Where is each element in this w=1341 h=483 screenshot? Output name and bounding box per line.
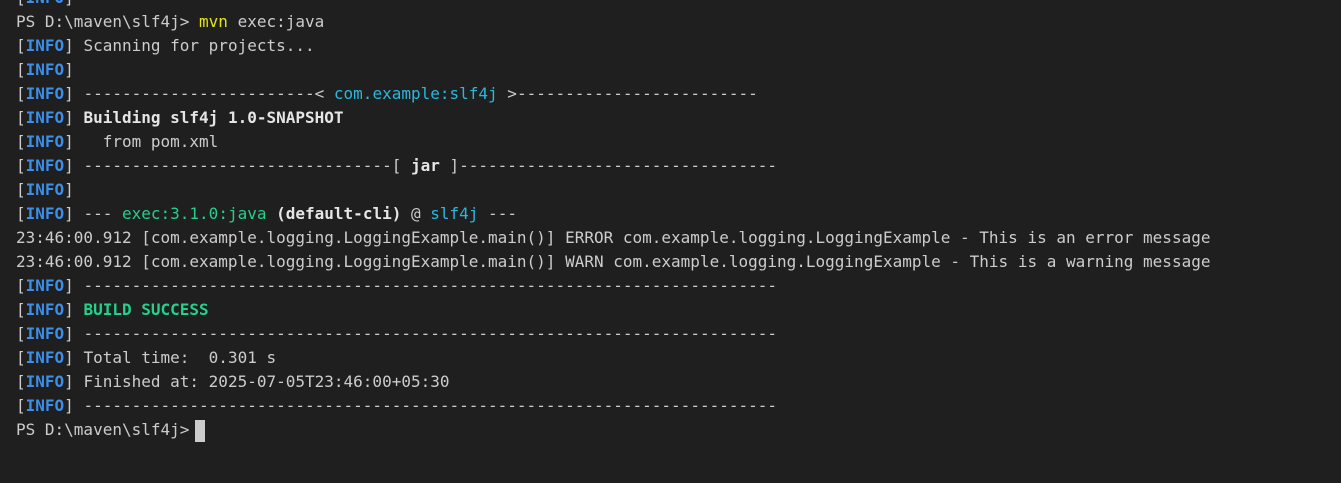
tag-close: ] — [64, 36, 74, 55]
terminal-line: [INFO] — [16, 58, 1210, 82]
tag-close: ] — [64, 324, 74, 343]
total-time-text: Total time: 0.301 s — [73, 348, 277, 367]
tag-close: ] — [64, 84, 74, 103]
text-cursor[interactable] — [195, 419, 206, 442]
separator-text: ------------------------< — [73, 84, 334, 103]
tag-close: ] — [64, 372, 74, 391]
tag-close: ] — [64, 204, 74, 223]
info-tag: INFO — [25, 84, 65, 103]
separator-text: --- — [73, 204, 122, 223]
terminal-line-command: PS D:\maven\slf4j> mvn exec:java — [16, 10, 1210, 34]
terminal-window[interactable]: [INFO] ---------------------------------… — [0, 0, 1341, 483]
tag-close: ] — [64, 132, 74, 151]
tag-open: [ — [16, 276, 26, 295]
terminal-line-prompt[interactable]: PS D:\maven\slf4j> — [16, 418, 1210, 442]
tag-close: ] — [64, 180, 74, 199]
terminal-line: [INFO] Finished at: 2025-07-05T23:46:00+… — [16, 370, 1210, 394]
prompt-text: PS D:\maven\slf4j> — [16, 12, 200, 31]
info-tag: INFO — [25, 204, 65, 223]
terminal-line: [INFO] Building slf4j 1.0-SNAPSHOT — [16, 106, 1210, 130]
info-tag: INFO — [25, 276, 65, 295]
info-tag: INFO — [25, 36, 65, 55]
terminal-line: [INFO] BUILD SUCCESS — [16, 298, 1210, 322]
tag-open: [ — [16, 204, 26, 223]
plugin-goal: exec:3.1.0:java — [121, 204, 267, 223]
tag-open: [ — [16, 324, 26, 343]
terminal-line: [INFO] --------------------------------[… — [16, 154, 1210, 178]
terminal-line: [INFO] ---------------------------------… — [16, 0, 1210, 10]
separator-text: ----------------------------------------… — [73, 324, 778, 343]
tag-open: [ — [16, 348, 26, 367]
info-tag: INFO — [25, 108, 65, 127]
log-line-warn: 23:46:00.912 [com.example.logging.Loggin… — [16, 250, 1210, 274]
packaging-text: jar — [410, 156, 440, 175]
separator-text: ----------------------------------------… — [74, 0, 777, 7]
tag-open: [ — [16, 180, 26, 199]
tag-open: [ — [16, 108, 26, 127]
log-text: 23:46:00.912 [com.example.logging.Loggin… — [16, 252, 1211, 271]
info-tag: INFO — [25, 396, 65, 415]
log-text: from pom.xml — [73, 132, 219, 151]
terminal-line: [INFO] ------------------------< com.exa… — [16, 82, 1210, 106]
info-tag: INFO — [25, 324, 65, 343]
command-name: mvn — [199, 12, 228, 31]
log-line-error: 23:46:00.912 [com.example.logging.Loggin… — [16, 226, 1210, 250]
separator-text: ]--------------------------------- — [439, 156, 778, 175]
info-tag: INFO — [25, 348, 65, 367]
tag-close: ] — [64, 396, 74, 415]
info-tag: INFO — [25, 60, 65, 79]
tag-open: [ — [16, 372, 26, 391]
terminal-line: [INFO] ---------------------------------… — [16, 394, 1210, 418]
info-tag: INFO — [26, 0, 65, 7]
terminal-line: [INFO] from pom.xml — [16, 130, 1210, 154]
building-text: Building slf4j 1.0-SNAPSHOT — [73, 108, 344, 127]
info-tag: INFO — [25, 372, 65, 391]
tag-close: ] — [64, 156, 74, 175]
tag-open: [ — [16, 36, 26, 55]
tag-open: [ — [16, 132, 26, 151]
info-tag: INFO — [25, 132, 65, 151]
project-name: slf4j — [430, 204, 479, 223]
tag-close: ] — [64, 60, 74, 79]
tag-close: ] — [64, 300, 74, 319]
tag-open: [ — [16, 60, 26, 79]
command-args: exec:java — [227, 12, 325, 31]
finished-at-text: Finished at: 2025-07-05T23:46:00+05:30 — [73, 372, 450, 391]
terminal-line: [INFO] --- exec:3.1.0:java (default-cli)… — [16, 202, 1210, 226]
at-text: @ — [401, 204, 431, 223]
separator-text: >------------------------- — [497, 84, 758, 103]
info-tag: INFO — [25, 156, 65, 175]
terminal-line: [INFO] ---------------------------------… — [16, 322, 1210, 346]
terminal-output: [INFO] ---------------------------------… — [16, 0, 1210, 442]
tag-open: [ — [16, 300, 26, 319]
tag-close: ] — [64, 348, 74, 367]
separator-text: ----------------------------------------… — [73, 276, 778, 295]
tag-close: ] — [64, 276, 74, 295]
terminal-line: [INFO] Scanning for projects... — [16, 34, 1210, 58]
artifact-id: com.example:slf4j — [333, 84, 498, 103]
prompt-text: PS D:\maven\slf4j> — [16, 420, 190, 439]
tag-open: [ — [16, 396, 26, 415]
separator-text: --------------------------------[ — [73, 156, 411, 175]
tag-close: ] — [64, 108, 74, 127]
build-success-text: BUILD SUCCESS — [73, 300, 209, 319]
log-text: Scanning for projects... — [73, 36, 315, 55]
separator-text: --- — [478, 204, 517, 223]
terminal-line: [INFO] ---------------------------------… — [16, 274, 1210, 298]
info-tag: INFO — [25, 180, 65, 199]
terminal-line: [INFO] — [16, 178, 1210, 202]
tag-open: [ — [16, 0, 26, 7]
execution-id: (default-cli) — [266, 204, 402, 223]
separator-text: ----------------------------------------… — [73, 396, 778, 415]
terminal-line: [INFO] Total time: 0.301 s — [16, 346, 1210, 370]
tag-open: [ — [16, 156, 26, 175]
info-tag: INFO — [25, 300, 65, 319]
tag-open: [ — [16, 84, 26, 103]
tag-close: ] — [64, 0, 74, 7]
log-text: 23:46:00.912 [com.example.logging.Loggin… — [16, 228, 1211, 247]
